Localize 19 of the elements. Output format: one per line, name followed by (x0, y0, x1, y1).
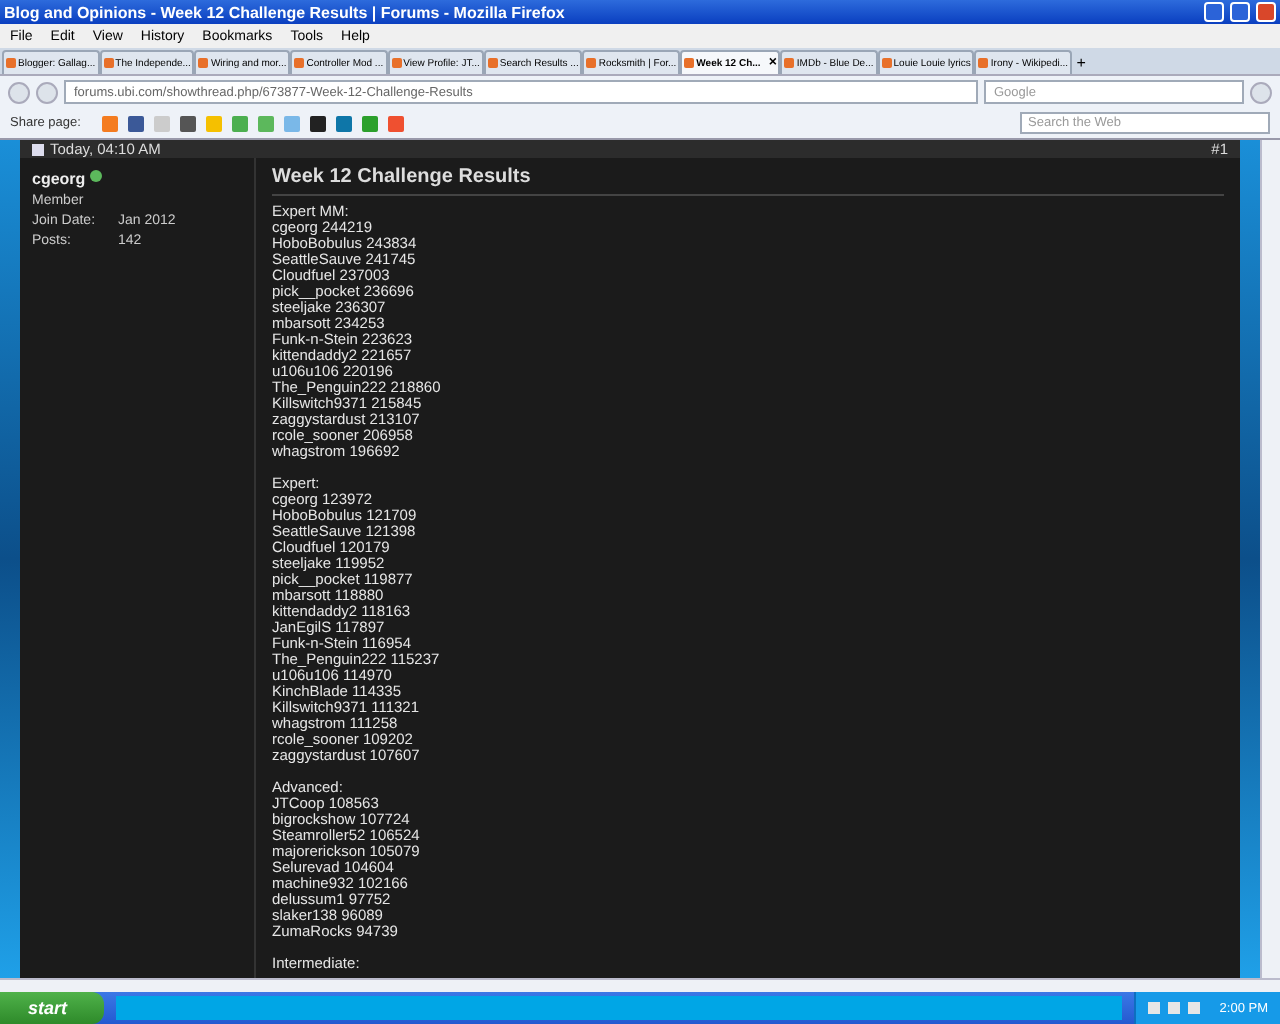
favicon-icon (881, 58, 892, 68)
favicon-icon (978, 58, 989, 68)
minimize-button[interactable] (1204, 2, 1224, 22)
post-icon (32, 143, 44, 155)
maximize-button[interactable] (1230, 2, 1250, 22)
favicon-icon (684, 58, 695, 68)
favicon-icon (294, 58, 305, 68)
post-title: Week 12 Challenge Results (272, 166, 1224, 196)
favicon-icon (103, 58, 114, 68)
favicon-icon (391, 58, 402, 68)
favicon-icon (784, 58, 795, 68)
close-button[interactable] (1256, 2, 1276, 22)
favicon-icon (198, 58, 209, 68)
favicon-icon (586, 58, 597, 68)
favicon-icon (487, 58, 498, 68)
new-tab-button[interactable]: + (1072, 50, 1091, 74)
favicon-icon (6, 58, 16, 68)
username[interactable]: cgeorg (32, 170, 86, 188)
window-title: Blog and Opinions - Week 12 Challenge Results | Forums - Mozilla Firefox (4, 3, 567, 21)
